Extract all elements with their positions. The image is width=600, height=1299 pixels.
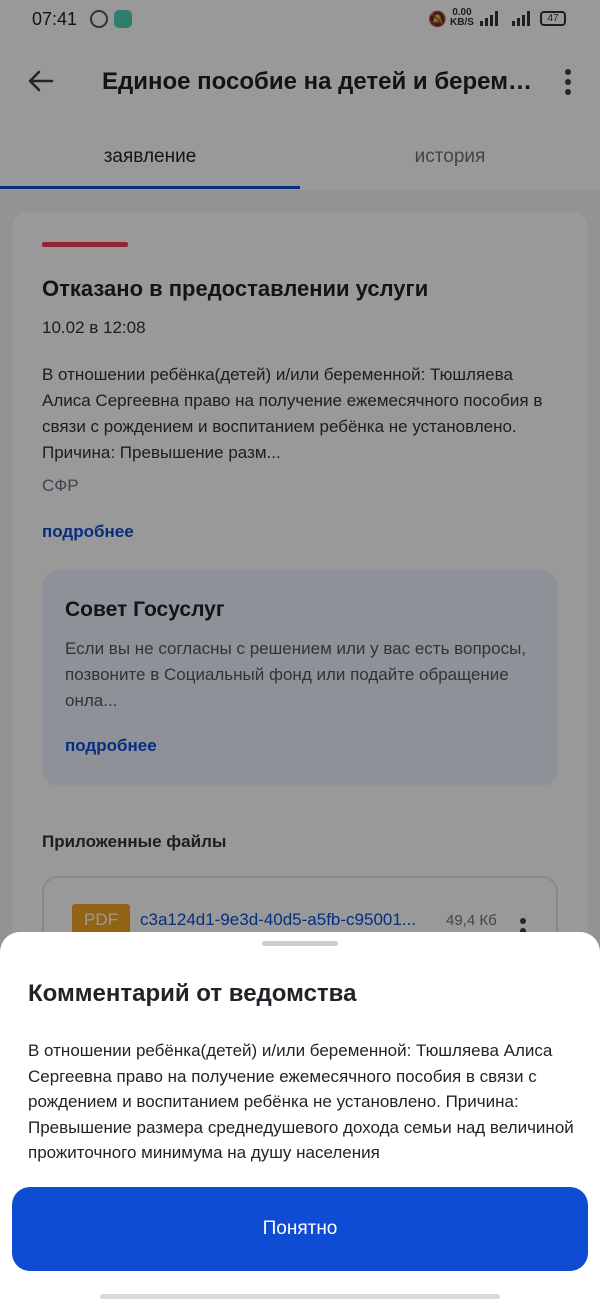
ok-button[interactable]: Понятно [12,1187,588,1271]
sheet-text: В отношении ребёнка(детей) и/или беремен… [28,1041,574,1162]
sheet-drag-handle[interactable] [262,941,338,946]
sheet-title: Комментарий от ведомства [28,980,357,1007]
bottom-sheet: Комментарий от ведомства В отношении реб… [0,932,600,1299]
system-nav-bar [100,1294,500,1299]
